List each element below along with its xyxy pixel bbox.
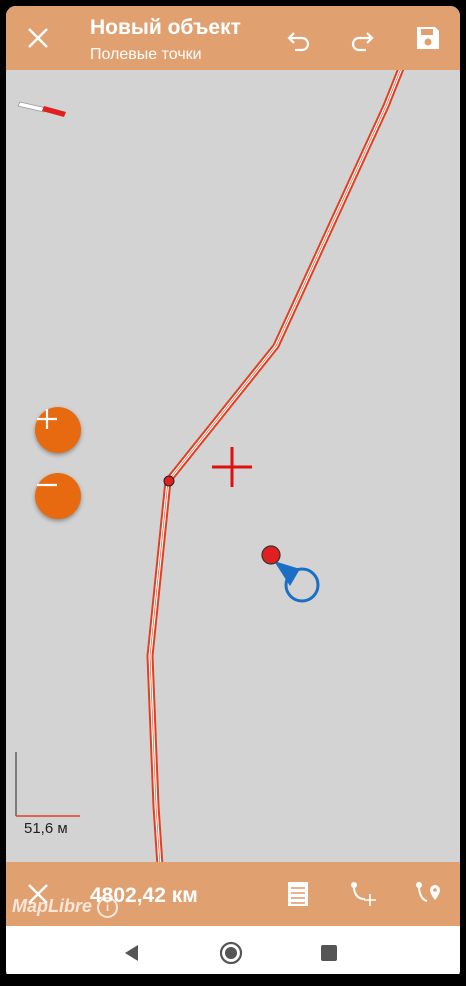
page-title: Новый объект [90,16,241,39]
list-icon [288,882,308,906]
back-icon [125,945,138,961]
save-icon [417,27,439,49]
add-vertex-icon [351,882,376,906]
recents-icon [321,945,337,961]
page-subtitle: Полевые точки [90,46,202,63]
close-icon [28,28,48,48]
compass-icon[interactable] [17,101,66,117]
attributes-button[interactable] [278,874,318,914]
attribution-text: MapLibre [12,896,93,916]
redo-icon [351,32,374,52]
location-marker-icon [261,545,320,603]
zoom-in-button[interactable] [35,407,81,453]
top-app-bar: Новый объект Полевые точки [6,6,460,70]
phone-screen: 51,6 м Новый объект Полевые точки 4802,4… [6,6,460,980]
system-nav-bar [6,926,460,980]
zoom-in-icon [37,409,57,429]
route-line [146,6,430,926]
map-view[interactable]: 51,6 м [6,6,460,926]
zoom-out-button[interactable] [35,473,81,519]
home-icon [219,941,243,965]
save-button[interactable] [408,18,448,58]
scale-bar [15,752,80,817]
maplibre-attribution[interactable]: MapLibre i [12,896,119,918]
close-button[interactable] [18,18,58,58]
add-point-icon [416,882,440,902]
gesture-bar [0,974,466,986]
undo-button[interactable] [279,20,319,60]
add-point-button[interactable] [408,874,448,914]
zoom-out-icon [37,483,57,487]
map-canvas [15,6,430,926]
crosshair-icon [212,447,252,487]
info-icon[interactable]: i [97,896,119,918]
undo-icon [287,32,310,52]
redo-button[interactable] [342,20,382,60]
home-button[interactable] [211,933,251,973]
recents-button[interactable] [309,933,349,973]
scale-label: 51,6 м [24,820,68,837]
back-button[interactable] [112,933,152,973]
add-vertex-button[interactable] [342,874,382,914]
route-vertex[interactable] [163,475,175,487]
